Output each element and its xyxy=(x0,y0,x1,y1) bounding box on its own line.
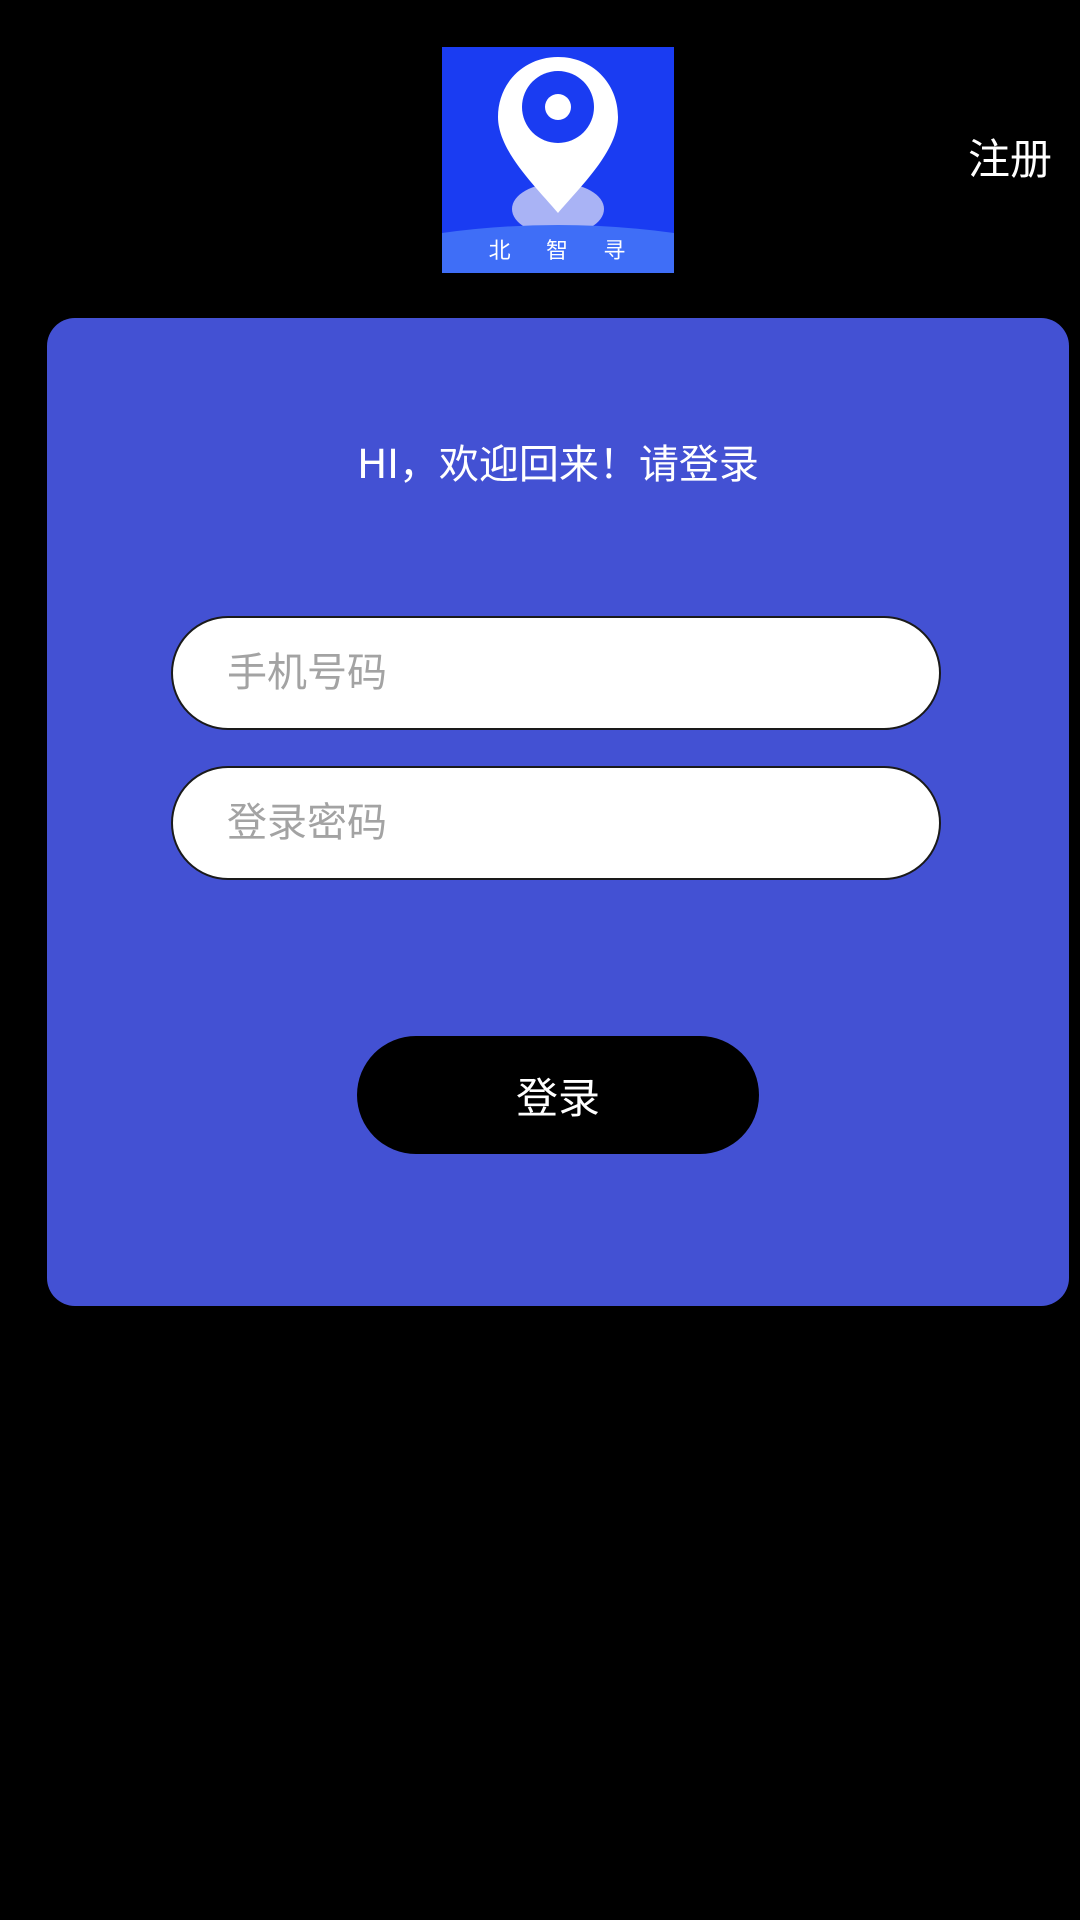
password-field[interactable] xyxy=(171,766,941,880)
app-logo-wordmark: 北 智 寻 xyxy=(442,233,674,265)
logo-char: 智 xyxy=(545,239,570,264)
app-logo: 北 智 寻 xyxy=(442,47,674,273)
register-link[interactable]: 注册 xyxy=(968,134,1052,186)
login-card: HI，欢迎回来！请登录 登录 xyxy=(47,318,1069,1306)
login-button[interactable]: 登录 xyxy=(357,1036,759,1154)
phone-number-field[interactable] xyxy=(171,616,941,730)
logo-char: 寻 xyxy=(603,239,628,264)
welcome-title: HI，欢迎回来！请登录 xyxy=(357,442,759,488)
logo-char: 北 xyxy=(488,239,513,264)
